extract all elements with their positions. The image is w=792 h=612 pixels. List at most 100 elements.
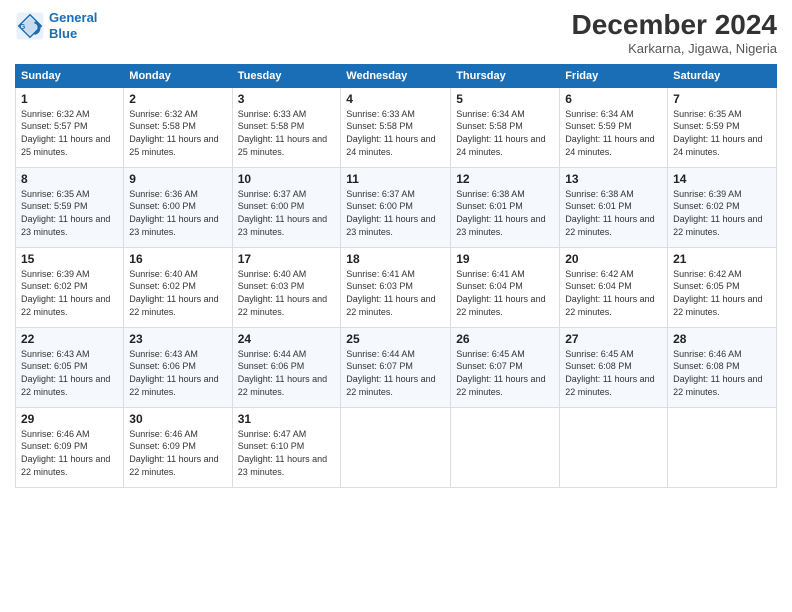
calendar-cell: 16 Sunrise: 6:40 AMSunset: 6:02 PMDayligh… [124,247,232,327]
week-row-4: 22 Sunrise: 6:43 AMSunset: 6:05 PMDayligh… [16,327,777,407]
calendar-cell [341,407,451,487]
calendar-cell: 2 Sunrise: 6:32 AMSunset: 5:58 PMDaylight… [124,87,232,167]
day-info: Sunrise: 6:41 AMSunset: 6:03 PMDaylight:… [346,268,445,318]
day-info: Sunrise: 6:36 AMSunset: 6:00 PMDaylight:… [129,188,226,238]
day-number: 22 [21,332,118,346]
week-row-5: 29 Sunrise: 6:46 AMSunset: 6:09 PMDayligh… [16,407,777,487]
day-number: 5 [456,92,554,106]
calendar-cell: 22 Sunrise: 6:43 AMSunset: 6:05 PMDayligh… [16,327,124,407]
day-number: 24 [238,332,336,346]
day-info: Sunrise: 6:46 AMSunset: 6:08 PMDaylight:… [673,348,771,398]
day-number: 30 [129,412,226,426]
calendar-cell: 29 Sunrise: 6:46 AMSunset: 6:09 PMDayligh… [16,407,124,487]
calendar-table: SundayMondayTuesdayWednesdayThursdayFrid… [15,64,777,488]
calendar-cell: 21 Sunrise: 6:42 AMSunset: 6:05 PMDayligh… [668,247,777,327]
day-info: Sunrise: 6:40 AMSunset: 6:02 PMDaylight:… [129,268,226,318]
weekday-header-row: SundayMondayTuesdayWednesdayThursdayFrid… [16,64,777,87]
day-info: Sunrise: 6:35 AMSunset: 5:59 PMDaylight:… [21,188,118,238]
calendar-cell: 11 Sunrise: 6:37 AMSunset: 6:00 PMDayligh… [341,167,451,247]
day-number: 19 [456,252,554,266]
page: G General Blue December 2024 Karkarna, J… [0,0,792,612]
day-number: 11 [346,172,445,186]
calendar-cell: 9Sunrise: 6:36 AMSunset: 6:00 PMDaylight… [124,167,232,247]
day-info: Sunrise: 6:43 AMSunset: 6:05 PMDaylight:… [21,348,118,398]
calendar-cell: 27 Sunrise: 6:45 AMSunset: 6:08 PMDayligh… [560,327,668,407]
day-info: Sunrise: 6:38 AMSunset: 6:01 PMDaylight:… [456,188,554,238]
day-number: 20 [565,252,662,266]
day-info: Sunrise: 6:39 AMSunset: 6:02 PMDaylight:… [673,188,771,238]
day-info: Sunrise: 6:45 AMSunset: 6:08 PMDaylight:… [565,348,662,398]
calendar-cell [451,407,560,487]
calendar-cell [560,407,668,487]
day-number: 23 [129,332,226,346]
day-info: Sunrise: 6:33 AMSunset: 5:58 PMDaylight:… [238,108,336,158]
calendar-cell: 24 Sunrise: 6:44 AMSunset: 6:06 PMDayligh… [232,327,341,407]
day-number: 2 [129,92,226,106]
weekday-tuesday: Tuesday [232,64,341,87]
day-number: 12 [456,172,554,186]
title-block: December 2024 Karkarna, Jigawa, Nigeria [572,10,777,56]
header: G General Blue December 2024 Karkarna, J… [15,10,777,56]
day-info: Sunrise: 6:38 AMSunset: 6:01 PMDaylight:… [565,188,662,238]
calendar-cell: 30 Sunrise: 6:46 AMSunset: 6:09 PMDayligh… [124,407,232,487]
day-number: 1 [21,92,118,106]
calendar-cell: 15 Sunrise: 6:39 AMSunset: 6:02 PMDayligh… [16,247,124,327]
day-info: Sunrise: 6:46 AMSunset: 6:09 PMDaylight:… [21,428,118,478]
calendar-cell: 8 Sunrise: 6:35 AMSunset: 5:59 PMDaylight… [16,167,124,247]
day-info: Sunrise: 6:37 AMSunset: 6:00 PMDaylight:… [346,188,445,238]
day-number: 4 [346,92,445,106]
calendar-cell: 31Sunrise: 6:47 AMSunset: 6:10 PMDayligh… [232,407,341,487]
day-info: Sunrise: 6:42 AMSunset: 6:05 PMDaylight:… [673,268,771,318]
logo: G General Blue [15,10,97,41]
day-info: Sunrise: 6:32 AMSunset: 5:58 PMDaylight:… [129,108,226,158]
day-number: 17 [238,252,336,266]
calendar-cell: 4 Sunrise: 6:33 AMSunset: 5:58 PMDaylight… [341,87,451,167]
day-number: 7 [673,92,771,106]
calendar-cell: 25Sunrise: 6:44 AMSunset: 6:07 PMDayligh… [341,327,451,407]
month-title: December 2024 [572,10,777,41]
day-number: 21 [673,252,771,266]
weekday-thursday: Thursday [451,64,560,87]
calendar-cell: 1 Sunrise: 6:32 AMSunset: 5:57 PMDaylight… [16,87,124,167]
day-number: 3 [238,92,336,106]
week-row-1: 1 Sunrise: 6:32 AMSunset: 5:57 PMDaylight… [16,87,777,167]
calendar-cell: 5 Sunrise: 6:34 AMSunset: 5:58 PMDaylight… [451,87,560,167]
day-number: 29 [21,412,118,426]
day-number: 10 [238,172,336,186]
calendar-cell: 26 Sunrise: 6:45 AMSunset: 6:07 PMDayligh… [451,327,560,407]
day-info: Sunrise: 6:34 AMSunset: 5:59 PMDaylight:… [565,108,662,158]
day-number: 25 [346,332,445,346]
day-number: 6 [565,92,662,106]
day-number: 27 [565,332,662,346]
calendar-cell: 19 Sunrise: 6:41 AMSunset: 6:04 PMDayligh… [451,247,560,327]
day-info: Sunrise: 6:41 AMSunset: 6:04 PMDaylight:… [456,268,554,318]
day-number: 26 [456,332,554,346]
day-info: Sunrise: 6:34 AMSunset: 5:58 PMDaylight:… [456,108,554,158]
day-number: 31 [238,412,336,426]
day-info: Sunrise: 6:35 AMSunset: 5:59 PMDaylight:… [673,108,771,158]
calendar-cell: 14Sunrise: 6:39 AMSunset: 6:02 PMDayligh… [668,167,777,247]
location: Karkarna, Jigawa, Nigeria [572,41,777,56]
day-number: 13 [565,172,662,186]
weekday-friday: Friday [560,64,668,87]
calendar-cell [668,407,777,487]
day-info: Sunrise: 6:43 AMSunset: 6:06 PMDaylight:… [129,348,226,398]
day-info: Sunrise: 6:45 AMSunset: 6:07 PMDaylight:… [456,348,554,398]
day-info: Sunrise: 6:39 AMSunset: 6:02 PMDaylight:… [21,268,118,318]
day-info: Sunrise: 6:46 AMSunset: 6:09 PMDaylight:… [129,428,226,478]
day-info: Sunrise: 6:32 AMSunset: 5:57 PMDaylight:… [21,108,118,158]
day-info: Sunrise: 6:44 AMSunset: 6:06 PMDaylight:… [238,348,336,398]
week-row-3: 15 Sunrise: 6:39 AMSunset: 6:02 PMDayligh… [16,247,777,327]
day-info: Sunrise: 6:40 AMSunset: 6:03 PMDaylight:… [238,268,336,318]
calendar-cell: 18Sunrise: 6:41 AMSunset: 6:03 PMDayligh… [341,247,451,327]
day-info: Sunrise: 6:33 AMSunset: 5:58 PMDaylight:… [346,108,445,158]
weekday-wednesday: Wednesday [341,64,451,87]
weekday-sunday: Sunday [16,64,124,87]
day-number: 8 [21,172,118,186]
calendar-cell: 23 Sunrise: 6:43 AMSunset: 6:06 PMDayligh… [124,327,232,407]
calendar-cell: 17 Sunrise: 6:40 AMSunset: 6:03 PMDayligh… [232,247,341,327]
calendar-cell: 20Sunrise: 6:42 AMSunset: 6:04 PMDayligh… [560,247,668,327]
day-number: 16 [129,252,226,266]
day-number: 15 [21,252,118,266]
week-row-2: 8 Sunrise: 6:35 AMSunset: 5:59 PMDaylight… [16,167,777,247]
